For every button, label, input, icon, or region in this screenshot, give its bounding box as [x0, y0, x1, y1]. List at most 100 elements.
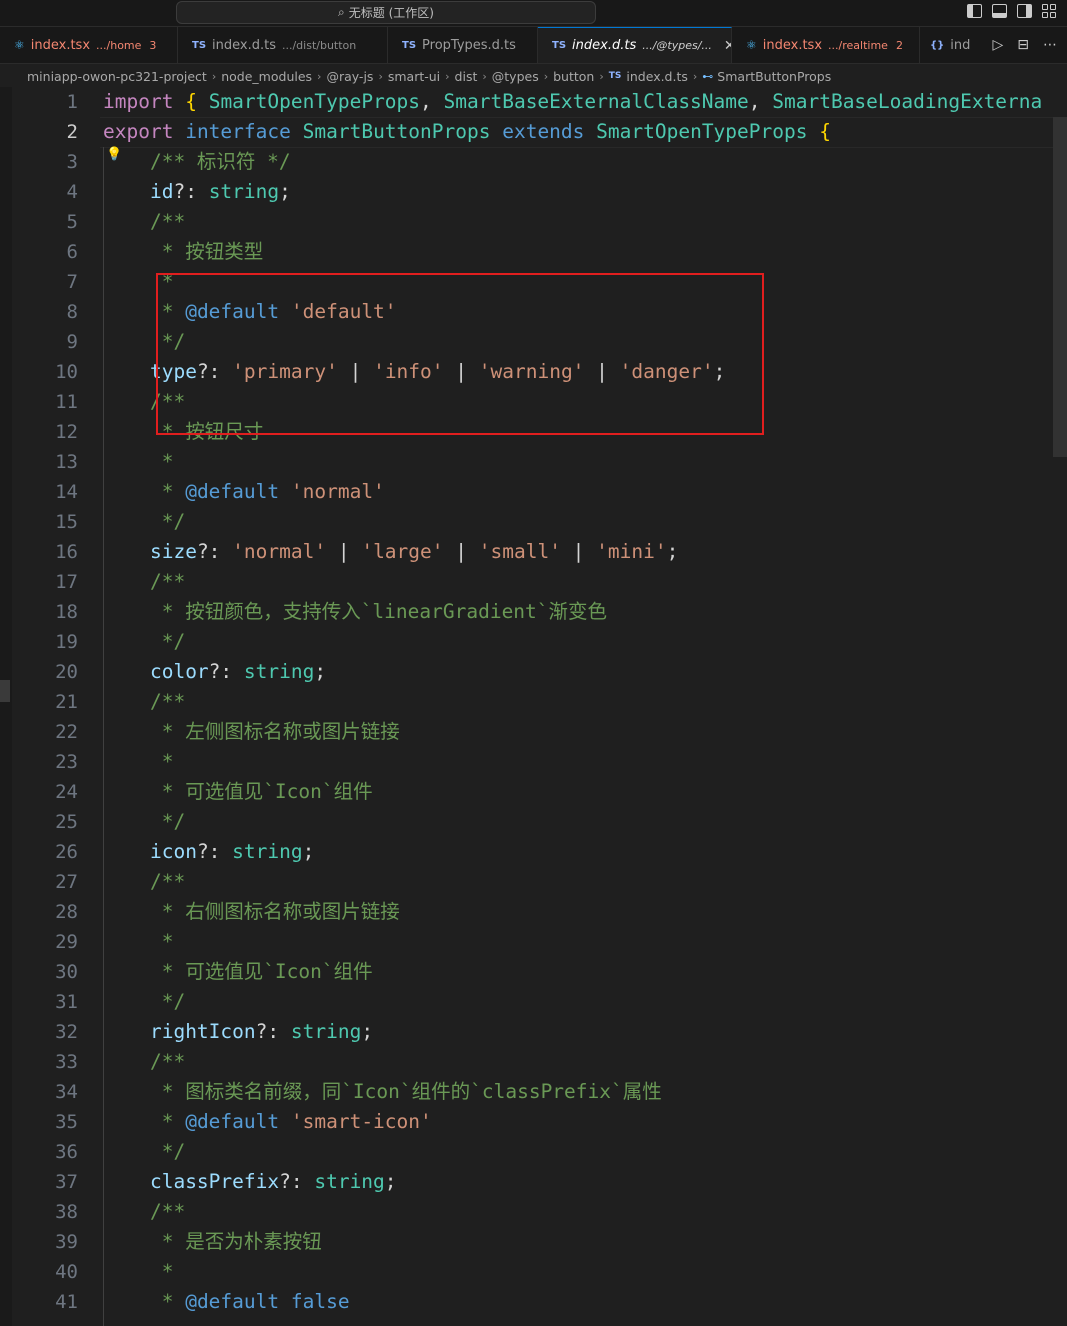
line-number: 7 — [66, 271, 78, 293]
tab-index-d-ts-types[interactable]: TS index.d.ts .../@types/... ✕ — [538, 27, 732, 63]
code-line-20: color?: string; — [149, 660, 327, 683]
code-line-31: */ — [149, 990, 186, 1013]
code-line-6: * 按钮类型 — [149, 240, 264, 263]
code-editor[interactable]: 💡 1 2 3 4 5 6 7 8 9 10 11 12 13 14 15 16 17 18 19 20 21 22 23 2… — [0, 87, 1067, 1326]
layout-controls — [967, 4, 1057, 18]
code-line-33: /** — [149, 1050, 186, 1073]
breadcrumb-item[interactable]: SmartButtonProps — [717, 69, 831, 84]
ts-icon: TS — [608, 71, 622, 81]
react-icon: ⚛ — [14, 38, 25, 52]
tab-index-tsx-home[interactable]: ⚛ index.tsx .../home 3 — [0, 27, 178, 63]
code-line-41: * @default false — [149, 1290, 350, 1313]
breadcrumb-item[interactable]: miniapp-owon-pc321-project — [27, 69, 207, 84]
tab-label: index.tsx — [30, 37, 91, 53]
line-number: 13 — [55, 451, 78, 473]
line-number: 20 — [55, 661, 78, 683]
line-number: 38 — [55, 1201, 78, 1223]
ts-icon: TS — [552, 40, 567, 51]
tab-description: .../home — [96, 38, 142, 52]
code-line-35: * @default 'smart-icon' — [149, 1110, 432, 1133]
ts-icon: TS — [192, 39, 207, 51]
code-line-22: * 左侧图标名称或图片链接 — [149, 720, 400, 743]
code-line-4: id?: string; — [149, 180, 291, 203]
breadcrumb-item[interactable]: @types — [492, 69, 539, 84]
line-number: 22 — [55, 721, 78, 743]
close-icon[interactable]: ✕ — [724, 38, 731, 54]
breadcrumb-item[interactable]: index.d.ts — [626, 69, 688, 84]
code-line-21: /** — [149, 690, 186, 713]
code-line-19: */ — [149, 630, 186, 653]
code-line-27: /** — [149, 870, 186, 893]
editor-actions: ▷ ⊟ ⋯ — [992, 27, 1067, 63]
line-numbers: 1 2 3 4 5 6 7 8 9 10 11 12 13 14 15 16 17 18 19 20 21 22 23 24 2… — [12, 87, 78, 1317]
split-editor-icon[interactable]: ⊟ — [1017, 37, 1029, 53]
react-icon: ⚛ — [746, 38, 757, 52]
code-line-29: * — [149, 930, 174, 953]
search-icon: ⌕ — [338, 5, 345, 19]
line-number: 39 — [55, 1231, 78, 1253]
customize-layout-icon[interactable] — [1042, 4, 1057, 18]
code-line-30: * 可选值见`Icon`组件 — [149, 960, 373, 983]
line-number: 15 — [55, 511, 78, 533]
line-number: 34 — [55, 1081, 78, 1103]
code-line-24: * 可选值见`Icon`组件 — [149, 780, 373, 803]
tab-index-tsx-realtime[interactable]: ⚛ index.tsx .../realtime 2 — [732, 27, 920, 63]
tab-description: .../dist/button — [281, 38, 357, 52]
more-actions-icon[interactable]: ⋯ — [1043, 37, 1057, 53]
tab-label: index.d.ts — [212, 37, 276, 53]
line-number: 9 — [66, 331, 78, 353]
code-line-36: */ — [149, 1140, 186, 1163]
tab-label: inde — [950, 37, 970, 53]
line-number: 31 — [55, 991, 78, 1013]
line-number: 16 — [55, 541, 78, 563]
line-number: 1 — [66, 91, 78, 113]
scrollbar-thumb[interactable] — [1053, 117, 1067, 457]
line-number: 6 — [66, 241, 78, 263]
code-line-40: * — [149, 1260, 174, 1283]
code-line-3: /** 标识符 */ — [149, 150, 291, 173]
run-icon[interactable]: ▷ — [992, 37, 1003, 53]
code-lines[interactable]: import { SmartOpenTypeProps, SmartBaseEx… — [103, 87, 1053, 1317]
problem-count-badge: 3 — [149, 38, 157, 52]
code-line-34: * 图标类名前缀，同`Icon`组件的`classPrefix`属性 — [149, 1080, 662, 1103]
line-number: 21 — [55, 691, 78, 713]
breadcrumb-item[interactable]: @ray-js — [326, 69, 373, 84]
code-line-2: export interface SmartButtonProps extend… — [103, 120, 831, 143]
window-title: 无标题 (工作区) — [348, 6, 434, 20]
vertical-scrollbar[interactable] — [1053, 117, 1067, 1326]
toggle-secondary-sidebar-icon[interactable] — [1017, 4, 1032, 18]
tab-description: .../realtime — [828, 38, 888, 52]
tab-inde[interactable]: {} inde — [920, 27, 970, 63]
ts-icon: TS — [402, 39, 417, 51]
breadcrumb-item[interactable]: button — [553, 69, 594, 84]
tab-description: .../@types/... — [642, 39, 712, 52]
breadcrumb-item[interactable]: smart-ui — [388, 69, 440, 84]
code-line-23: * — [149, 750, 174, 773]
line-number: 10 — [55, 361, 78, 383]
line-number: 26 — [55, 841, 78, 863]
toggle-panel-icon[interactable] — [992, 4, 1007, 18]
tab-label: index.d.ts — [572, 38, 637, 53]
chevron-right-icon: › — [482, 69, 487, 83]
chevron-right-icon: › — [543, 69, 549, 83]
line-number: 29 — [55, 931, 78, 953]
line-number: 32 — [55, 1021, 78, 1043]
code-line-14: * @default 'normal' — [149, 480, 385, 503]
title-bar: ⌕ 无标题 (工作区) — [0, 0, 1067, 27]
code-line-39: * 是否为朴素按钮 — [149, 1230, 322, 1253]
tab-index-d-ts-button[interactable]: TS index.d.ts .../dist/button — [178, 27, 388, 63]
line-number: 8 — [66, 301, 78, 323]
gutter-marker — [0, 680, 10, 702]
line-number: 35 — [55, 1111, 78, 1133]
chevron-right-icon: › — [317, 69, 322, 83]
code-line-25: */ — [149, 810, 186, 833]
breadcrumb-item[interactable]: dist — [455, 69, 478, 84]
breadcrumb-item[interactable]: node_modules — [221, 69, 312, 84]
tab-proptypes-d-ts[interactable]: TS PropTypes.d.ts — [388, 27, 538, 63]
toggle-primary-sidebar-icon[interactable] — [967, 4, 982, 18]
command-center-search[interactable]: ⌕ 无标题 (工作区) — [176, 1, 596, 24]
code-line-37: classPrefix?: string; — [149, 1170, 397, 1193]
line-number: 23 — [55, 751, 78, 773]
code-line-26: icon?: string; — [149, 840, 315, 863]
chevron-right-icon: › — [692, 69, 698, 83]
